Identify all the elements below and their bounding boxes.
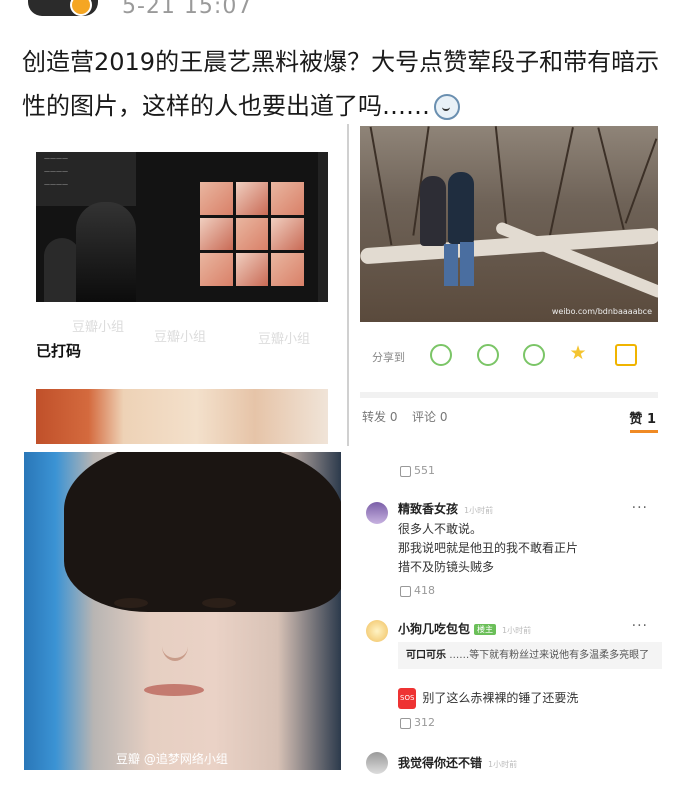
weibo-screenshot-image: ———— ———— ———— bbox=[36, 152, 328, 302]
face-closeup-photo: 豆瓣 @追梦网络小组 bbox=[24, 452, 341, 770]
sos-emoji-icon: SOS bbox=[398, 688, 417, 709]
qq-icon[interactable] bbox=[523, 344, 545, 366]
photo-watermark: 豆瓣 @追梦网络小组 bbox=[116, 752, 228, 766]
comment-time: 1小时前 bbox=[464, 506, 494, 515]
verified-badge-icon bbox=[70, 0, 92, 16]
avatar[interactable] bbox=[366, 502, 388, 524]
repost-button[interactable]: 转发 0 bbox=[362, 408, 397, 425]
separator bbox=[360, 392, 658, 398]
watermark: 豆瓣小组 bbox=[154, 330, 207, 345]
person-figure bbox=[44, 238, 80, 302]
person-figure bbox=[76, 202, 136, 302]
watermark: 豆瓣小组 bbox=[72, 320, 125, 335]
divider bbox=[347, 124, 349, 446]
masked-label: 已打码 bbox=[36, 342, 82, 360]
couple-on-tree-photo[interactable]: weibo.com/bdnbaaaabce bbox=[360, 126, 658, 322]
share-label: 分享到 bbox=[372, 351, 405, 364]
like-tab[interactable]: 赞 1 bbox=[629, 408, 656, 427]
comment-time: 1小时前 bbox=[488, 760, 518, 769]
post-timestamp: 5-21 15:07 bbox=[122, 0, 253, 19]
moments-icon[interactable] bbox=[477, 344, 499, 366]
active-tab-indicator bbox=[630, 430, 658, 433]
poster-avatar[interactable] bbox=[28, 0, 98, 16]
watermark: 豆瓣小组 bbox=[258, 332, 311, 347]
quoted-reply: 可口可乐 ……等下就有粉丝过来说他有多温柔多亮眼了 bbox=[398, 642, 662, 669]
comment-author[interactable]: 小狗几吃包包 楼主 1小时前 bbox=[398, 620, 531, 637]
poster-tag: 楼主 bbox=[474, 624, 497, 635]
photo-watermark: weibo.com/bdnbaaaabce bbox=[551, 307, 652, 316]
eye bbox=[202, 598, 236, 608]
mouth bbox=[144, 684, 204, 696]
comment-text: SOS 别了这么赤裸裸的锤了还要洗 bbox=[398, 688, 578, 709]
like-count[interactable]: 418 bbox=[400, 584, 435, 597]
wechat-icon[interactable] bbox=[430, 344, 452, 366]
more-options-icon[interactable]: ··· bbox=[632, 500, 648, 516]
nose bbox=[162, 632, 188, 661]
more-options-icon[interactable]: ··· bbox=[632, 618, 648, 634]
like-count[interactable]: 551 bbox=[400, 464, 435, 477]
hair bbox=[64, 452, 341, 612]
favorite-star-icon[interactable]: ★ bbox=[568, 344, 588, 364]
thumb-up-icon bbox=[400, 465, 411, 477]
dark-edge bbox=[318, 152, 328, 302]
post-headline: 创造营2019的王晨艺黑料被爆？大号点赞荤段子和带有暗示性的图片，这样的人也要出… bbox=[22, 40, 672, 128]
like-count-text: 551 bbox=[414, 464, 435, 477]
stats-bar: 转发 0 评论 0 赞 1 bbox=[360, 400, 658, 433]
comment-text: 很多人不敢说。 那我说吧就是他丑的我不敢看正片 措不及防镜头贼多 bbox=[398, 522, 579, 574]
thumb-up-icon bbox=[400, 717, 411, 729]
eye bbox=[114, 598, 148, 608]
headline-text: 创造营2019的王晨艺黑料被爆？大号点赞荤段子和带有暗示性的图片，这样的人也要出… bbox=[22, 48, 660, 120]
comment-button[interactable]: 评论 0 bbox=[412, 408, 447, 425]
bookmark-icon[interactable] bbox=[615, 344, 637, 366]
doraemon-emoji-icon bbox=[434, 94, 460, 120]
thumb-up-icon bbox=[400, 585, 411, 597]
comment-time: 1小时前 bbox=[502, 626, 532, 635]
like-count[interactable]: 312 bbox=[400, 716, 435, 729]
comments-panel: 551 精致香女孩 1小时前 ··· 很多人不敢说。 那我说吧就是他丑的我不敢看正… bbox=[360, 452, 670, 774]
comment-author[interactable]: 我觉得你还不错 1小时前 bbox=[398, 754, 517, 771]
avatar[interactable] bbox=[366, 752, 388, 774]
dark-side-menu: ———— ———— ———— bbox=[36, 152, 136, 206]
comment-author[interactable]: 精致香女孩 1小时前 bbox=[398, 500, 493, 517]
cropped-photo bbox=[36, 389, 328, 444]
thumbnail-grid bbox=[200, 182, 304, 286]
avatar[interactable] bbox=[366, 620, 388, 642]
